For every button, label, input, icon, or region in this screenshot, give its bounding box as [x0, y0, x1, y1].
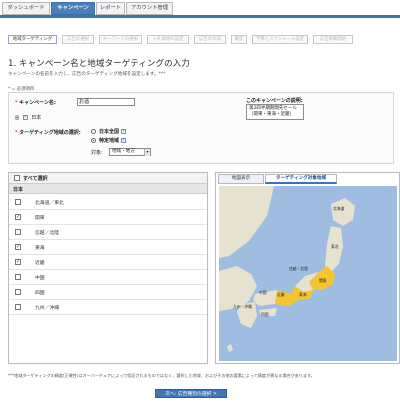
region-label: 四国 — [35, 291, 45, 296]
region-row[interactable]: ✓ 東海 — [9, 240, 207, 255]
step-arrow-icon: › — [143, 36, 145, 42]
region-list-panel: すべて選択 日本 北海道／東北 ✓ 関東信越／北陸 ✓ 東海 ✓ 近畿中国四国九州／沖縄 — [8, 172, 208, 364]
map-label-kanto: 関東 — [319, 278, 327, 283]
region-label: 東海 — [35, 246, 45, 251]
select-all-label: すべて選択 — [23, 176, 48, 182]
select-all-row: すべて選択 — [9, 173, 207, 184]
region-row[interactable]: 北海道／東北 — [9, 195, 207, 210]
step-arrow-icon: › — [248, 36, 250, 42]
target-select[interactable]: 地域・地方 ▾ — [109, 148, 151, 156]
step-arrow-icon: › — [190, 36, 192, 42]
region-checkbox[interactable] — [15, 274, 21, 280]
region-checkbox[interactable] — [15, 199, 21, 205]
targeting-label: * ターゲティング地域の選択: — [15, 129, 81, 136]
step-bid-setting: 入札価格の設定 — [147, 35, 189, 44]
region-label: 信越／北陸 — [35, 231, 59, 236]
radio-all-japan-label: 日本全国? — [99, 128, 127, 135]
region-checkbox[interactable]: ✓ — [15, 244, 21, 250]
tab-report[interactable]: レポート — [96, 2, 125, 15]
step-arrow-icon: › — [58, 36, 60, 42]
description-label: このキャンペーンの説明: — [246, 97, 303, 104]
map-panel: 地図表示 ターゲティング対象地域 北海道 東北 信越・北陸 関東 近畿 東海 中… — [215, 172, 400, 364]
step-arrow-icon: › — [95, 36, 97, 42]
help-icon[interactable]: ? — [22, 115, 28, 120]
region-checkbox[interactable]: ✓ — [15, 259, 21, 265]
target-select-value: 地域・地方 — [112, 149, 135, 154]
main-tab-bar: ダッシュボード キャンペーン レポート アカウント管理 — [0, 0, 400, 22]
tab-dashboard[interactable]: ダッシュボード — [2, 2, 50, 15]
chevron-down-icon: ▾ — [144, 149, 150, 156]
map-label-kyushu: 九州・沖縄 — [233, 304, 252, 309]
japan-map-graphic — [219, 186, 397, 361]
region-row[interactable]: 九州／沖縄 — [9, 300, 207, 315]
region-label: 近畿 — [35, 261, 45, 266]
region-row[interactable]: 四国 — [9, 285, 207, 300]
region-label: 関東 — [35, 216, 45, 221]
map-label-shinetsu: 信越・北陸 — [289, 266, 308, 271]
region-group-header: 日本 — [9, 184, 207, 194]
map-label-chugoku: 中国 — [259, 290, 267, 295]
next-button[interactable]: 次へ: 広告種別の選択 > — [155, 389, 227, 398]
region-row[interactable]: 信越／北陸 — [9, 225, 207, 240]
region-label: 中国 — [35, 276, 45, 281]
region-label: 九州／沖縄 — [35, 306, 59, 311]
step-arrow-icon: › — [309, 36, 311, 42]
map-label-shikoku: 四国 — [261, 312, 269, 317]
campaign-name-input[interactable]: お酒 — [77, 98, 135, 106]
region-row[interactable]: ✓ 近畿 — [9, 255, 207, 270]
target-label: 対象: — [91, 150, 103, 156]
radio-specific-region[interactable] — [91, 138, 96, 143]
accuracy-footnote: ***地域ターゲティングの精度(正確性)はオーバーチュアによって保証されるもので… — [8, 373, 315, 378]
map-label-tohoku: 東北 — [331, 244, 339, 249]
map-label-hokkaido: 北海道 — [333, 206, 345, 211]
help-icon[interactable]: ? — [121, 129, 127, 134]
region-checkbox[interactable] — [15, 229, 21, 235]
campaign-form: * キャンペーン名: お酒 日 ? 日本 * ターゲティング地域の選択: 日本全… — [8, 92, 394, 164]
map-label-tokai: 東海 — [299, 292, 307, 297]
select-all-checkbox[interactable] — [14, 175, 20, 181]
flag-icon: 日 — [15, 115, 19, 120]
step-confirm: 確認 — [231, 35, 247, 44]
radio-all-japan-text: 日本全国 — [99, 129, 120, 135]
page-description: キャンペーンの名前を入力し、広告のターゲティング地域を設定します。*** — [8, 72, 166, 77]
step-ad-select: 広告の選択 — [62, 35, 94, 44]
region-checkbox[interactable]: ✓ — [15, 214, 21, 220]
region-row[interactable]: ✓ 関東 — [9, 210, 207, 225]
radio-specific-region-text: 特定地域 — [99, 138, 120, 144]
region-group-label: 日本 — [13, 187, 24, 193]
region-checkbox[interactable] — [15, 304, 21, 310]
radio-all-japan[interactable] — [91, 129, 96, 134]
description-textarea[interactable]: 第2四半期期間先セール（関東・東海・近畿） — [246, 104, 304, 120]
japan-map[interactable]: 北海道 東北 信越・北陸 関東 近畿 東海 中国 四国 九州・沖縄 — [219, 186, 397, 361]
region-label: 北海道／東北 — [35, 201, 64, 206]
step-geo-targeting: 地域ターゲティング — [8, 35, 57, 44]
tab-underline — [0, 15, 400, 18]
step-indicator: 地域ターゲティング › 広告の選択 › キーワードの選択 › 入札価格の設定 ›… — [0, 35, 400, 45]
tab-account[interactable]: アカウント管理 — [126, 2, 173, 15]
country-value: 日本 — [31, 115, 42, 121]
step-keyword-select: キーワードの選択 — [99, 35, 142, 44]
country-row: 日 ? 日本 — [15, 114, 41, 121]
required-mark: * — [15, 130, 18, 136]
help-icon[interactable]: ? — [121, 138, 127, 143]
required-mark: * — [15, 100, 18, 106]
campaign-name-label: * キャンペーン名: — [15, 99, 56, 106]
tab-campaign[interactable]: キャンペーン — [51, 2, 95, 15]
step-budget-schedule: 予算とスケジュール設定 — [252, 35, 308, 44]
targeting-label-text: ターゲティング地域の選択: — [19, 130, 81, 136]
region-row[interactable]: 中国 — [9, 270, 207, 285]
page-title: 1. キャンペーン名と地域ターゲティングの入力 — [8, 59, 190, 69]
campaign-name-label-text: キャンペーン名: — [19, 100, 56, 106]
tab-map-view[interactable]: 地図表示 — [218, 174, 264, 184]
step-ad-start: 広告掲載開始 — [313, 35, 353, 44]
region-checkbox[interactable] — [15, 289, 21, 295]
step-arrow-icon: › — [227, 36, 229, 42]
tab-targeted-regions[interactable]: ターゲティング対象地域 — [265, 174, 337, 184]
map-label-kinki: 近畿 — [277, 292, 285, 297]
radio-specific-region-label: 特定地域? — [99, 137, 127, 144]
step-ad-create: 広告の作成 — [194, 35, 226, 44]
